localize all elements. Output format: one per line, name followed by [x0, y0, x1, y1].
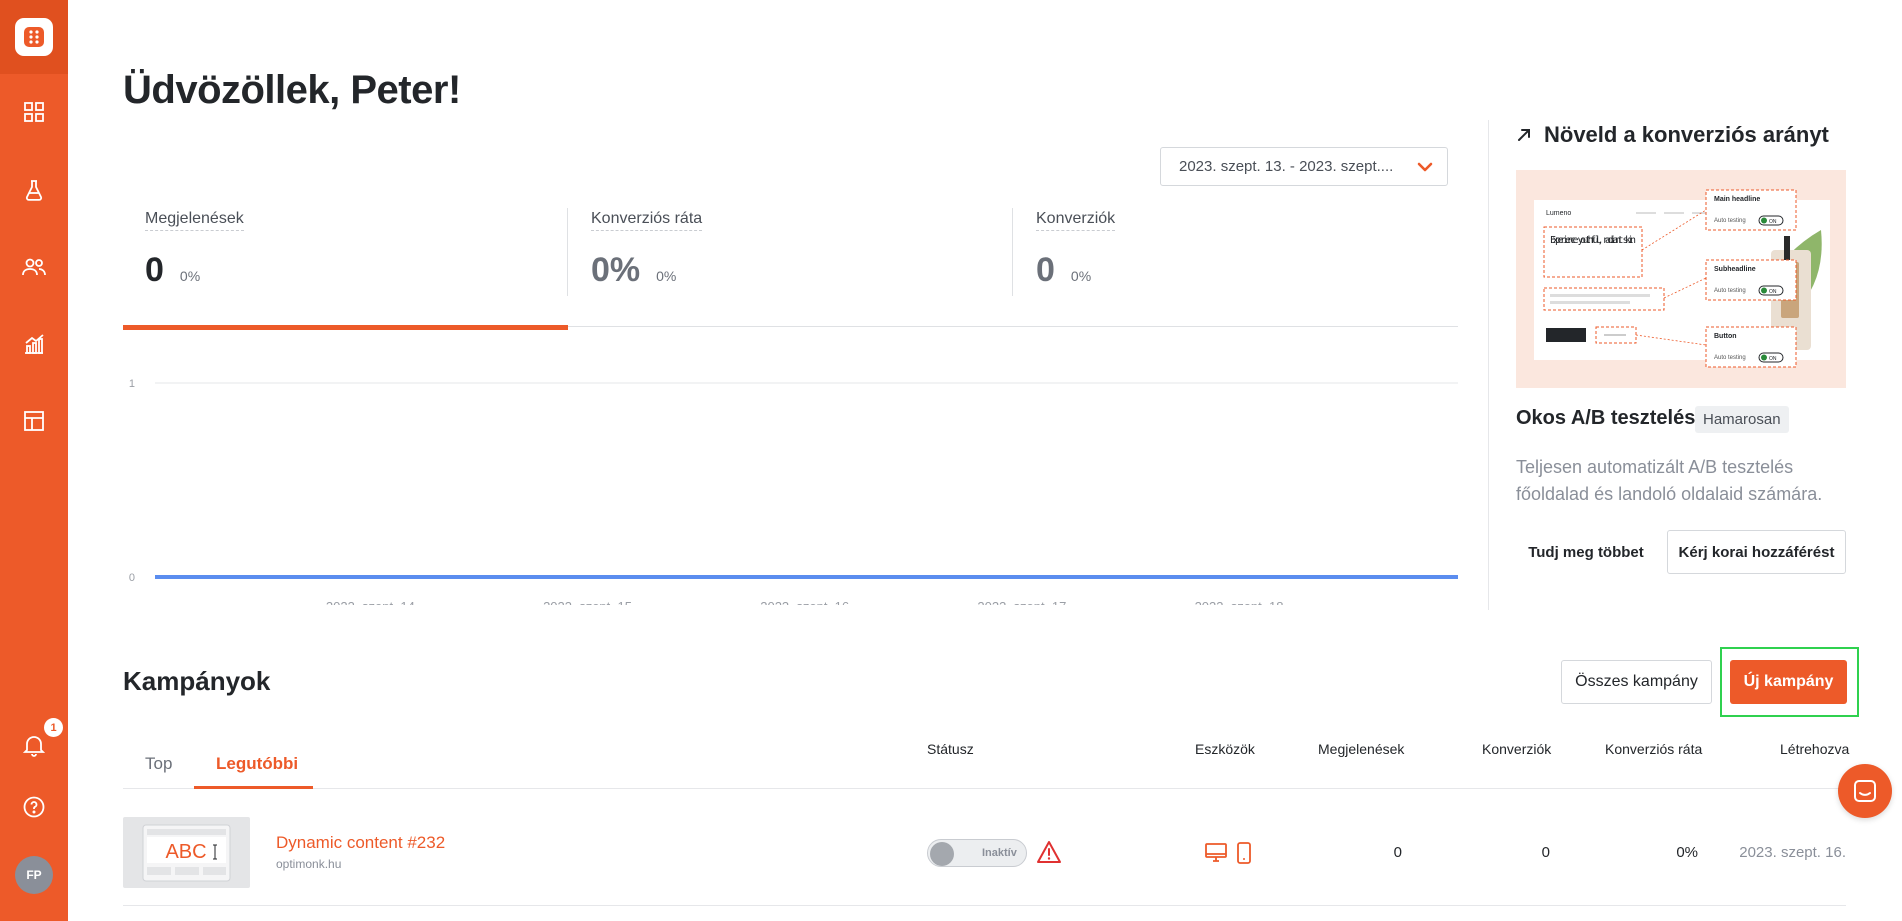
- feature-title: Okos A/B tesztelés: [1516, 407, 1696, 429]
- chart-icon: [25, 334, 44, 354]
- desktop-icon: [1205, 843, 1227, 862]
- cell-impressions: 0: [1393, 844, 1402, 861]
- chat-button[interactable]: [1838, 764, 1892, 818]
- chart-x-tick-label: 2023. szept. 17.: [977, 599, 1070, 605]
- promo-label-subheadline: Subheadline: [1714, 266, 1756, 273]
- metric-active-indicator: [123, 325, 568, 330]
- column-header-conversions: Konverziók: [1482, 741, 1552, 757]
- campaign-status-toggle[interactable]: Inaktív: [927, 839, 1027, 867]
- sidebar-item-dashboard[interactable]: [14, 92, 54, 132]
- metric-value: 0: [145, 251, 164, 289]
- warning-icon[interactable]: [1036, 840, 1062, 864]
- metric-change: 0%: [656, 268, 677, 284]
- metric-conversions[interactable]: Konverziók 0 0%: [1036, 210, 1116, 296]
- chat-icon: [1854, 780, 1876, 802]
- panel-divider: [1488, 120, 1489, 610]
- line-chart: 1 0 2023. szept. 14. 2023. szept. 15. 2023. …: [129, 378, 1458, 605]
- campaign-name-link[interactable]: Dynamic content #232: [276, 833, 445, 853]
- promo-toggle-on: ON: [1769, 356, 1777, 362]
- column-header-devices: Eszközök: [1195, 741, 1255, 757]
- promo-label-button: Button: [1714, 333, 1737, 340]
- flask-icon: [25, 180, 43, 201]
- promo-toggle-on: ON: [1769, 219, 1777, 225]
- users-icon: [22, 258, 46, 276]
- help-button[interactable]: [14, 787, 54, 827]
- date-range-select[interactable]: 2023. szept. 13. - 2023. szept....: [1160, 147, 1448, 186]
- metric-change: 0%: [179, 268, 201, 284]
- avatar[interactable]: FP: [15, 856, 53, 894]
- tab-top[interactable]: Top: [145, 754, 172, 774]
- campaign-domain: optimonk.hu: [276, 857, 342, 871]
- tab-recent[interactable]: Legutóbbi: [216, 754, 298, 774]
- column-header-created: Létrehozva: [1780, 741, 1850, 757]
- sidebar-item-audience[interactable]: [14, 247, 54, 287]
- sidebar-item-analytics[interactable]: [14, 324, 54, 364]
- promo-label-main-headline: Main headline: [1714, 196, 1760, 203]
- new-campaign-button[interactable]: Új kampány: [1730, 660, 1847, 704]
- bell-icon: [23, 736, 45, 757]
- learn-more-button[interactable]: Tudj meg többet: [1516, 530, 1656, 574]
- grid-icon: [24, 102, 44, 122]
- app-logo-icon: [15, 18, 53, 56]
- chevron-down-icon: [1417, 162, 1433, 172]
- promo-brand: Lumeno: [1546, 210, 1571, 217]
- all-campaigns-button[interactable]: Összes kampány: [1561, 660, 1712, 704]
- column-header-impressions: Megjelenések: [1318, 741, 1405, 757]
- page-title: Üdvözöllek, Peter!: [123, 68, 461, 112]
- layout-icon: [24, 411, 44, 431]
- feature-description: Teljesen automatizált A/B tesztelés főol…: [1516, 457, 1823, 504]
- promo-illustration: Lumeno Experience youthful, radiant skin…: [1516, 170, 1846, 388]
- mobile-icon: [1237, 842, 1251, 864]
- column-header-conversion-rate: Konverziós ráta: [1605, 741, 1703, 757]
- promo-auto-testing: Auto testing: [1714, 355, 1746, 361]
- promo-toggle-on: ON: [1769, 289, 1777, 295]
- promo-auto-testing: Auto testing: [1714, 218, 1746, 224]
- promo-headline: Experience youthful, radiant skin: [1550, 235, 1636, 246]
- metric-label: Konverziók: [1036, 210, 1116, 231]
- tabs-divider: [123, 788, 1846, 789]
- logo[interactable]: [0, 0, 68, 74]
- notification-badge: 1: [44, 718, 63, 737]
- metric-value: 0: [1036, 251, 1055, 289]
- coming-soon-badge: Hamarosan: [1695, 406, 1789, 433]
- metric-change: 0%: [1070, 268, 1092, 284]
- sidebar-item-templates[interactable]: [14, 401, 54, 441]
- cell-conversion-rate: 0%: [1676, 844, 1698, 861]
- cell-created: 2023. szept. 16.: [1739, 844, 1846, 861]
- cell-conversions: 0: [1541, 844, 1550, 861]
- metric-value: 0%: [591, 251, 641, 289]
- chart-x-tick-label: 2023. szept. 15.: [543, 599, 636, 605]
- thumbnail-text: ABC: [165, 841, 206, 863]
- chart-y-tick-label: 0: [129, 572, 135, 584]
- chart-x-tick-label: 2023. szept. 16.: [760, 599, 853, 605]
- toggle-label: Inaktív: [982, 847, 1017, 859]
- sidebar: 1 FP: [0, 0, 68, 921]
- early-access-button[interactable]: Kérj korai hozzáférést: [1667, 530, 1846, 574]
- metric-label: Konverziós ráta: [591, 210, 703, 231]
- metric-label: Megjelenések: [145, 210, 244, 231]
- metric-divider: [1012, 208, 1013, 296]
- arrow-up-right-icon: [1518, 129, 1530, 141]
- metric-divider: [567, 208, 568, 296]
- column-header-status: Státusz: [927, 741, 974, 757]
- sidebar-item-experiments[interactable]: [14, 170, 54, 210]
- metric-impressions[interactable]: Megjelenések 0 0%: [145, 210, 244, 296]
- date-range-value: 2023. szept. 13. - 2023. szept....: [1179, 158, 1394, 175]
- promo-heading: Növeld a konverziós arányt: [1516, 122, 1829, 148]
- chart-x-tick-label: 2023. szept. 14.: [326, 599, 419, 605]
- campaigns-heading: Kampányok: [123, 666, 271, 696]
- row-divider: [123, 905, 1846, 906]
- promo-title: Növeld a konverziós arányt: [1544, 122, 1829, 147]
- chart-x-tick-label: 2023. szept. 18.: [1195, 599, 1288, 605]
- help-icon: [23, 796, 45, 818]
- chart-y-tick-label: 1: [129, 378, 135, 390]
- toggle-knob: [930, 842, 954, 866]
- promo-auto-testing: Auto testing: [1714, 288, 1746, 294]
- campaign-thumbnail[interactable]: ABC: [123, 817, 250, 888]
- active-tab-indicator: [194, 786, 313, 789]
- metric-conversion-rate[interactable]: Konverziós ráta 0% 0%: [591, 210, 703, 296]
